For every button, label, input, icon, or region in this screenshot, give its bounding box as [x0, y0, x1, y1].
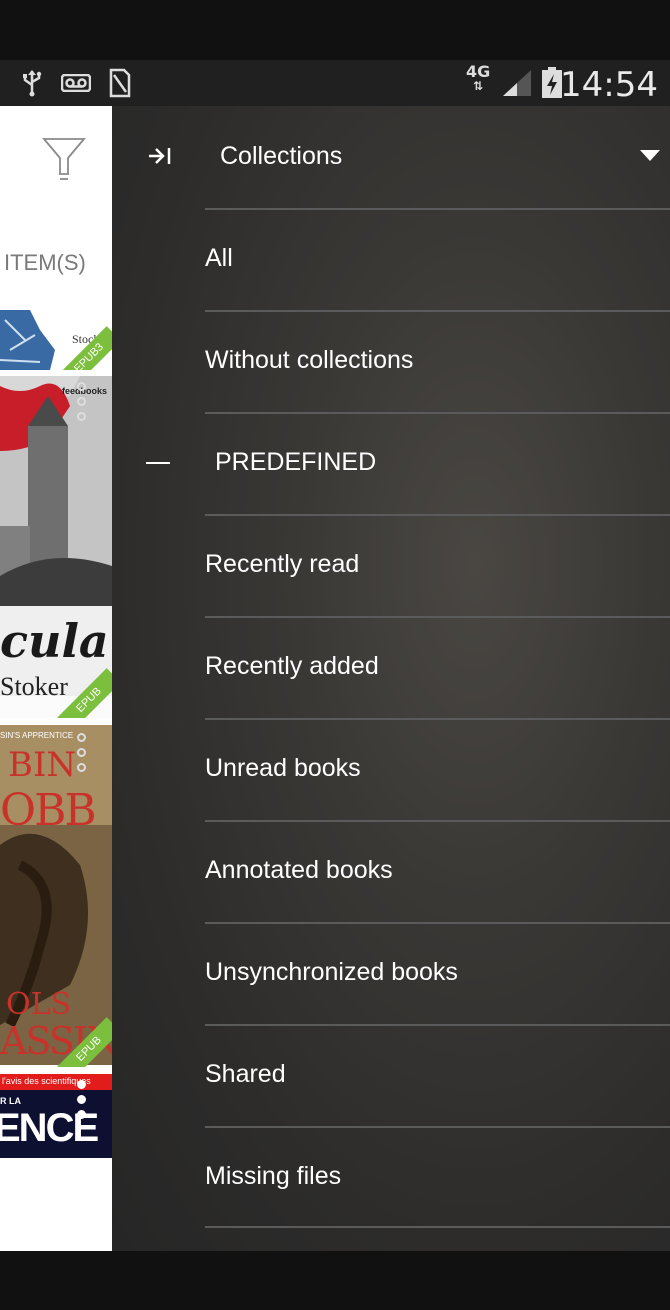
collection-label: Recently read: [205, 550, 360, 578]
collection-item-unsynchronized-books[interactable]: Unsynchronized books: [205, 922, 670, 1024]
divider: [205, 412, 670, 414]
divider: [205, 1126, 670, 1128]
item-count-label: ITEM(S): [4, 250, 86, 275]
status-bar: 4G ⇅ 14:54: [0, 60, 670, 106]
divider: [205, 310, 670, 312]
collection-item-all[interactable]: All: [205, 208, 670, 310]
collection-item-shared[interactable]: Shared: [205, 1024, 670, 1126]
signal-icon: [500, 68, 534, 98]
collection-item-without-collections[interactable]: Without collections: [205, 310, 670, 412]
network-type: 4G ⇅: [466, 62, 491, 94]
drawer-title[interactable]: Collections: [220, 142, 342, 171]
divider: [205, 718, 670, 720]
collection-item-unread-books[interactable]: Unread books: [205, 718, 670, 820]
divider: [205, 514, 670, 516]
cover-title-line-1: BIN: [8, 745, 77, 785]
library-pane: ITEM(S) Stock EPUB3 feedbooks cula Stoke…: [0, 106, 112, 1251]
divider: [205, 1024, 670, 1026]
book-menu[interactable]: [77, 1080, 87, 1125]
divider: [205, 820, 670, 822]
collection-item-annotated-books[interactable]: Annotated books: [205, 820, 670, 922]
drawer-header: Collections: [112, 106, 670, 208]
cover-subtitle-line-1: OLS: [6, 987, 72, 1022]
voicemail-icon: [60, 68, 92, 98]
divider: [205, 922, 670, 924]
clock: 14:54: [560, 65, 658, 105]
cover-author: Stoker: [0, 672, 68, 701]
collection-label: Unsynchronized books: [205, 958, 458, 986]
collection-label: Shared: [205, 1060, 286, 1088]
book-cover[interactable]: l'avis des scientifiques R LA ENCE: [0, 1074, 112, 1158]
collection-label: Unread books: [205, 754, 361, 782]
collection-item-recently-added[interactable]: Recently added: [205, 616, 670, 718]
book-cover[interactable]: SIN'S APPRENTICE BIN OBB OLS ASSIN EPUB: [0, 725, 112, 1067]
usb-icon: [20, 68, 44, 98]
divider: [205, 1226, 670, 1228]
dropdown-arrow-icon[interactable]: [640, 150, 660, 161]
collections-drawer: Collections All Without collections PRED…: [112, 106, 670, 1251]
divider: [205, 616, 670, 618]
list-end-divider: [205, 1226, 670, 1230]
cover-tagline: SIN'S APPRENTICE: [0, 731, 74, 740]
collection-label: Recently added: [205, 652, 379, 680]
divider: [205, 208, 670, 210]
cover-title-line-2: OBB: [0, 785, 97, 836]
bottom-black-bar: [0, 1251, 670, 1310]
collection-item-recently-read[interactable]: Recently read: [205, 514, 670, 616]
collection-label: Missing files: [205, 1162, 342, 1190]
collection-label: All: [205, 244, 233, 272]
collection-label: Annotated books: [205, 856, 393, 884]
filter-icon[interactable]: [42, 136, 86, 185]
collection-item-missing-files[interactable]: Missing files: [205, 1126, 670, 1228]
collection-label: Without collections: [205, 346, 414, 374]
cover-title: cula: [0, 614, 109, 668]
sim-icon: [108, 68, 132, 98]
book-cover[interactable]: feedbooks cula Stoker EPUB: [0, 376, 112, 718]
section-header-predefined[interactable]: PREDEFINED: [205, 412, 670, 514]
collapse-drawer-icon[interactable]: [148, 144, 172, 173]
book-cover[interactable]: Stock EPUB3: [0, 310, 112, 370]
book-menu[interactable]: [77, 733, 87, 778]
section-label: PREDEFINED: [215, 448, 377, 476]
collapse-section-icon[interactable]: [146, 462, 170, 464]
cover-small-text: R LA: [0, 1096, 21, 1106]
top-black-bar: [0, 0, 670, 60]
book-menu[interactable]: [77, 382, 87, 427]
